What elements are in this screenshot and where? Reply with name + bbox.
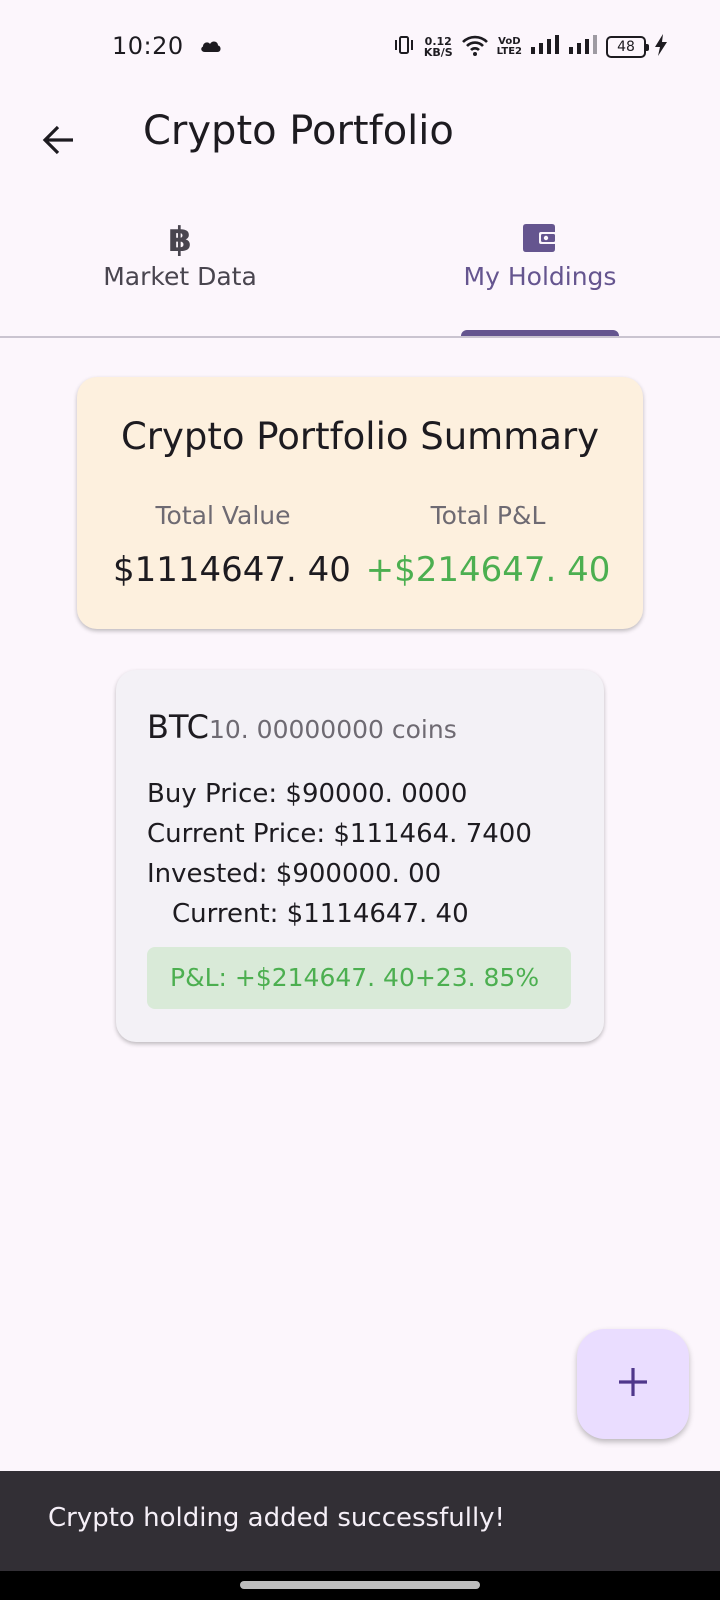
tab-indicator [461,330,619,336]
total-value-section: Total Value $1114647. 40 [113,501,351,590]
current-price: Current Price: $111464. 7400 [147,819,532,849]
net-speed: 0.12 KB/S [424,36,453,58]
system-nav-bar [0,1571,720,1600]
current-value: Current: $1114647. 40 [172,899,469,929]
net-speed-unit: KB/S [423,46,453,59]
tab-label: Market Data [103,262,257,291]
total-pnl-label: Total P&L [430,501,546,530]
add-holding-button[interactable] [577,1329,689,1439]
home-indicator[interactable] [240,1581,480,1589]
app-bar: Crypto Portfolio [0,92,720,192]
charging-bolt-icon [654,34,668,60]
back-button[interactable] [30,114,86,170]
snackbar-message: Crypto holding added successfully! [48,1503,505,1533]
total-value-label: Total Value [155,501,291,530]
battery-level: 48 [617,39,635,55]
buy-price: Buy Price: $90000. 0000 [147,779,468,809]
total-pnl-section: Total P&L +$214647. 40 [365,501,611,590]
holding-symbol: BTC [147,708,209,746]
signal-icon [568,35,598,59]
battery-icon: 48 [606,36,649,58]
invested-amount: Invested: $900000. 00 [147,859,442,889]
tab-bar: ฿ Market Data My Holdings [0,192,720,338]
holding-amount: 10. 00000000 coins [208,715,457,744]
total-pnl: +$214647. 40 [365,550,611,590]
wallet-icon [521,220,559,260]
svg-text:฿: ฿ [168,220,192,256]
signal-icon [530,35,560,59]
tab-label: My Holdings [463,262,617,291]
status-icons: 0.12 KB/S VoD LTE2 48 [392,34,668,60]
page-title: Crypto Portfolio [143,108,454,154]
cloud-icon [200,38,222,57]
total-value: $1114647. 40 [113,550,351,590]
holding-card[interactable]: BTC10. 00000000 coins Buy Price: $90000.… [116,670,604,1042]
portfolio-summary-card: Crypto Portfolio Summary Total Value $11… [77,377,643,629]
tab-market-data[interactable]: ฿ Market Data [0,192,360,336]
holding-details: Buy Price: $90000. 0000 Current Price: $… [147,774,532,934]
holding-pnl-badge: P&L: +$214647. 40+23. 85% [147,947,571,1009]
volte-bottom: LTE2 [496,46,522,57]
volte-indicator: VoD LTE2 [497,37,522,57]
wifi-icon [461,34,489,60]
bitcoin-icon: ฿ [166,220,194,260]
status-bar: 10:20 0.12 KB/S VoD LTE2 48 [0,0,720,92]
vibrate-icon [392,35,416,59]
holding-header: BTC10. 00000000 coins [147,708,457,746]
arrow-back-icon [40,122,76,162]
status-time: 10:20 [112,32,184,60]
add-icon [616,1365,650,1403]
snackbar: Crypto holding added successfully! [0,1471,720,1571]
summary-title: Crypto Portfolio Summary [120,415,600,458]
tab-my-holdings[interactable]: My Holdings [360,192,720,336]
